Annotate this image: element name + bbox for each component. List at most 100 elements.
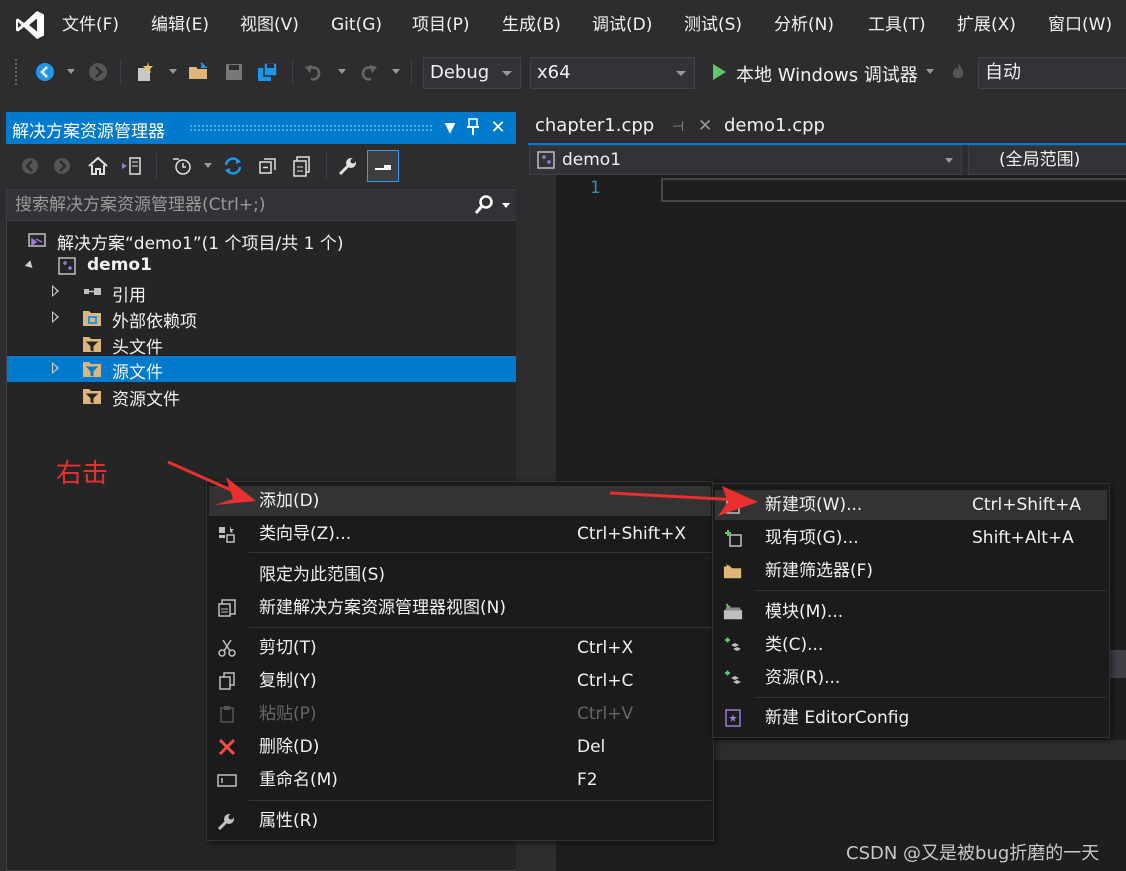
menu-item-shortcut: Ctrl+V [577,704,634,724]
solution-explorer-search-input[interactable] [7,190,467,220]
menu-item-class[interactable]: 类(C)... [715,630,1107,660]
toolbar-separator [156,153,157,179]
menu-debug[interactable]: 调试(D) [592,13,652,37]
window-position-dropdown-icon[interactable]: ▼ [440,118,460,138]
toolbar-separator [411,59,412,85]
menu-item-existing-item[interactable]: 现有项(G)... Shift+Alt+A [715,523,1107,553]
save-all-icon[interactable] [256,60,280,84]
tab-chapter1-cpp[interactable]: chapter1.cpp ⊣ ✕ [535,112,712,144]
collapsed-arrow-icon[interactable] [52,285,59,297]
debug-target-label[interactable]: 本地 Windows 调试器 [736,61,918,87]
home-icon[interactable] [86,154,110,178]
debug-target-dropdown-icon[interactable] [926,69,934,74]
redo-dropdown-icon[interactable] [392,69,400,74]
project-scope-dropdown[interactable]: demo1 [529,145,962,175]
scissors-icon [217,638,237,658]
save-icon[interactable] [222,60,246,84]
tree-item-source-files[interactable]: 源文件 [7,356,517,383]
start-debugging-icon[interactable] [707,60,731,84]
solution-configuration-combo[interactable]: Debug [423,57,521,89]
pin-tab-icon[interactable]: ⊣ [672,113,684,141]
menu-file[interactable]: 文件(F) [62,13,119,37]
auto-combo[interactable]: 自动 [978,57,1126,89]
menu-item-new-filter[interactable]: 新建筛选器(F) [715,556,1107,586]
close-tab-icon[interactable]: ✕ [698,112,712,140]
menu-git[interactable]: Git(G) [331,13,382,37]
menu-item-paste[interactable]: 粘贴(P) Ctrl+V [209,699,711,729]
menu-item-scope-to-this[interactable]: 限定为此范围(S) [209,560,711,590]
search-icon[interactable] [473,194,495,221]
menu-item-copy[interactable]: 复制(Y) Ctrl+C [209,666,711,696]
menu-item-resource[interactable]: 资源(R)... [715,663,1107,693]
toolbar-grip[interactable] [14,58,18,86]
collapsed-arrow-icon[interactable] [52,362,59,374]
solution-explorer-title: 解决方案资源管理器 [12,122,165,142]
menu-extensions[interactable]: 扩展(X) [957,13,1016,37]
solution-explorer-search-box[interactable] [6,189,518,221]
collapse-all-icon[interactable] [256,154,280,178]
pin-icon[interactable] [463,118,483,138]
menu-item-new-explorer-view[interactable]: 新建解决方案资源管理器视图(N) [209,593,711,623]
menu-item-new-item[interactable]: 新建项(W)... Ctrl+Shift+A [715,490,1107,520]
pending-changes-filter-icon[interactable] [170,154,194,178]
close-icon[interactable]: ✕ [488,118,508,138]
menu-item-properties[interactable]: 属性(R) [209,806,711,836]
menu-item-cut[interactable]: 剪切(T) Ctrl+X [209,633,711,663]
menu-build[interactable]: 生成(B) [502,13,561,37]
tree-item-references[interactable]: 引用 [7,279,517,306]
search-options-dropdown-icon[interactable] [502,203,510,208]
menu-item-class-wizard[interactable]: 类向导(Z)... Ctrl+Shift+X [209,519,711,549]
properties-wrench-icon[interactable] [336,154,360,178]
menu-project[interactable]: 项目(P) [412,13,470,37]
forward-icon[interactable] [50,154,74,178]
menu-view[interactable]: 视图(V) [240,13,299,37]
switch-views-icon[interactable] [119,154,143,178]
preview-selected-items-icon[interactable] [367,150,399,182]
menu-item-module[interactable]: 模块(M)... [715,597,1107,627]
menu-item-add[interactable]: 添加(D) [209,486,711,516]
menu-analyze[interactable]: 分析(N) [774,13,834,37]
menu-item-rename[interactable]: 重命名(M) F2 [209,765,711,795]
menu-test[interactable]: 测试(S) [684,13,742,37]
undo-icon[interactable] [302,60,326,84]
tab-demo1-cpp[interactable]: demo1.cpp [724,112,825,144]
tree-item-solution[interactable]: 解决方案“demo1”(1 个项目/共 1 个) [7,227,517,254]
forward-icon[interactable] [86,60,110,84]
expanded-arrow-icon[interactable] [24,260,36,271]
new-project-dropdown-icon[interactable] [169,69,177,74]
add-submenu: 新建项(W)... Ctrl+Shift+A 现有项(G)... Shift+A… [712,483,1110,738]
menu-item-delete[interactable]: 删除(D) Del [209,732,711,762]
sync-icon[interactable] [221,154,245,178]
tree-item-external-dependencies[interactable]: 外部依赖项 [7,305,517,332]
global-scope-dropdown[interactable]: (全局范围) [968,145,1126,175]
menu-tools[interactable]: 工具(T) [868,13,926,37]
source-files-label: 源文件 [112,363,163,383]
back-icon[interactable] [33,60,57,84]
menu-item-new-editorconfig[interactable]: 新建 EditorConfig [715,703,1107,733]
menu-item-shortcut: Del [577,737,606,757]
navigation-bar: demo1 (全局范围) [528,145,1126,175]
tree-item-project[interactable]: demo1 [7,253,517,279]
tree-item-resource-files[interactable]: 资源文件 [7,383,517,410]
solution-platform-combo[interactable]: x64 [530,57,695,89]
redo-icon[interactable] [356,60,380,84]
new-project-icon[interactable] [133,60,157,84]
menu-window[interactable]: 窗口(W) [1048,13,1112,37]
hot-reload-icon[interactable] [946,60,970,84]
visual-studio-logo-icon [16,11,44,39]
collapsed-arrow-icon[interactable] [52,311,59,323]
menu-edit[interactable]: 编辑(E) [151,13,209,37]
undo-dropdown-icon[interactable] [338,69,346,74]
cpp-project-icon [58,257,76,275]
filter-folder-icon [83,389,101,404]
line-number: 1 [590,178,601,198]
show-all-files-icon[interactable] [290,154,314,178]
tree-item-header-files[interactable]: 头文件 [7,331,517,358]
menu-item-label: 剪切(T) [259,638,317,658]
filter-dropdown-icon[interactable] [204,163,212,168]
back-dropdown-icon[interactable] [67,69,75,74]
existing-item-icon [723,528,743,548]
solution-explorer-title-bar[interactable]: 解决方案资源管理器 ▼ ✕ [6,112,518,144]
back-icon[interactable] [18,154,42,178]
open-file-icon[interactable] [187,60,211,84]
